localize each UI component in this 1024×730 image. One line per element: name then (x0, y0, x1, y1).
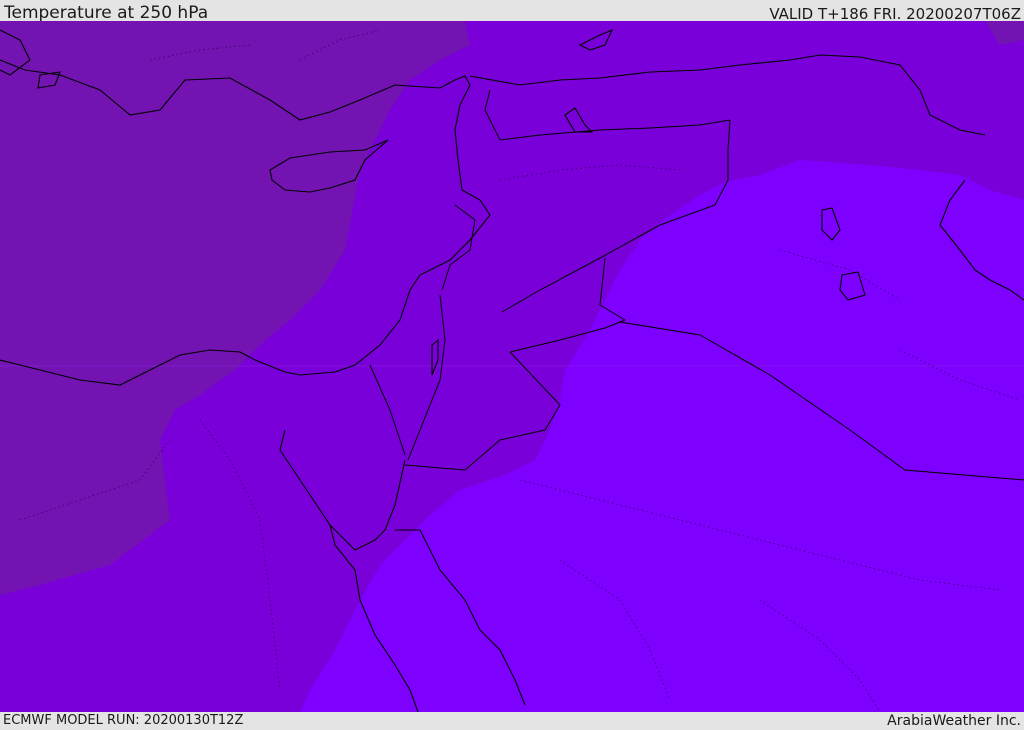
model-run-label: ECMWF MODEL RUN: 20200130T12Z (3, 713, 244, 728)
credit-label: ArabiaWeather Inc. (887, 713, 1021, 729)
header-bar: Temperature at 250 hPa VALID T+186 FRI. … (0, 0, 1024, 23)
footer-bar: ECMWF MODEL RUN: 20200130T12Z ArabiaWeat… (0, 712, 1024, 729)
temperature-map (0, 21, 1024, 712)
map-title: Temperature at 250 hPa (4, 3, 209, 23)
